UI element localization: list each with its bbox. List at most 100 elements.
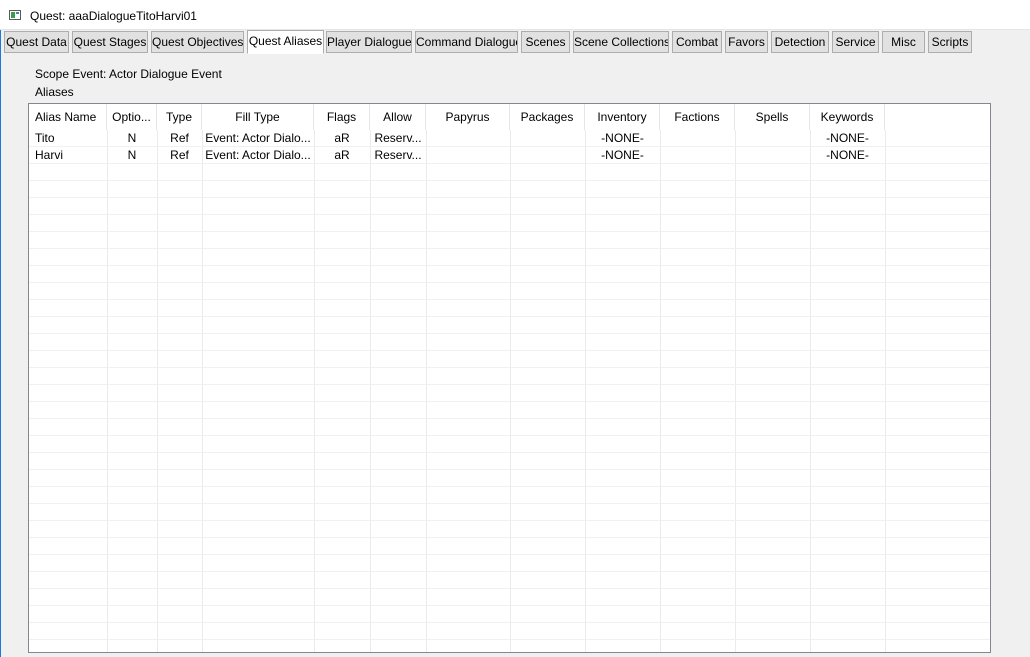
column-type[interactable]: Type [157,104,202,130]
cell-inventory: -NONE- [601,148,644,162]
column-divider [157,130,158,652]
grid-line [29,554,990,555]
grid-line [29,418,990,419]
column-divider [660,130,661,652]
cell-factions [660,147,735,164]
cell-inventory: -NONE- [601,131,644,145]
column-divider [426,130,427,652]
grid-line [29,197,990,198]
grid-line [29,333,990,334]
tab-strip: Quest Data Quest Stages Quest Objectives… [0,30,1030,55]
cell-keywords: -NONE- [826,131,869,145]
grid-line [29,639,990,640]
tab-combat[interactable]: Combat [672,31,722,53]
grid-line [29,367,990,368]
cell-flags: aR [334,148,350,162]
tab-misc[interactable]: Misc [882,31,925,53]
column-packages[interactable]: Packages [510,104,585,130]
grid-line [29,231,990,232]
title-bar: Quest: aaaDialogueTitoHarvi01 [0,0,1030,30]
scope-event-label: Scope Event: Actor Dialogue Event [35,67,222,81]
grid-line [29,401,990,402]
grid-line [29,350,990,351]
column-papyrus[interactable]: Papyrus [426,104,510,130]
grid-line [29,503,990,504]
tab-service[interactable]: Service [832,31,879,53]
cell-alias-name: Harvi [35,148,64,162]
table-row[interactable]: Tito N Ref Event: Actor Dialo... aR Rese… [29,130,990,147]
grid-line [29,622,990,623]
cell-alias-name: Tito [35,131,55,145]
cell-type: Ref [170,148,189,162]
grid-line [29,214,990,215]
column-spells[interactable]: Spells [735,104,810,130]
grid-line [29,520,990,521]
tab-quest-stages[interactable]: Quest Stages [72,31,148,53]
tab-quest-data[interactable]: Quest Data [4,31,69,53]
tab-quest-aliases[interactable]: Quest Aliases [247,30,324,54]
grid-line [29,605,990,606]
column-divider [810,130,811,652]
column-optional[interactable]: Optio... [107,104,157,130]
column-divider [735,130,736,652]
column-inventory[interactable]: Inventory [585,104,660,130]
window-app-icon [9,10,21,20]
grid-line [29,588,990,589]
cell-spells [735,130,810,147]
cell-flags: aR [334,131,350,145]
column-allow[interactable]: Allow [370,104,426,130]
column-flags[interactable]: Flags [314,104,370,130]
grid-line [29,571,990,572]
cell-allow: Reserv... [374,148,422,162]
grid-line [29,452,990,453]
column-factions[interactable]: Factions [660,104,735,130]
window-border [0,30,1,657]
column-divider [585,130,586,652]
tab-command-dialogue[interactable]: Command Dialogue [415,31,518,53]
grid-line [29,316,990,317]
cell-factions [660,130,735,147]
grid-line [29,180,990,181]
grid-line [29,469,990,470]
tab-quest-objectives[interactable]: Quest Objectives [151,31,244,53]
tab-scene-collections[interactable]: Scene Collections [573,31,669,53]
grid-line [29,282,990,283]
tab-detection[interactable]: Detection [771,31,829,53]
column-divider [314,130,315,652]
grid-line [29,384,990,385]
column-fill-type[interactable]: Fill Type [202,104,314,130]
grid-line [29,486,990,487]
column-divider [202,130,203,652]
cell-optional: N [127,148,137,162]
tab-scripts[interactable]: Scripts [928,31,972,53]
column-alias-name[interactable]: Alias Name [29,104,107,130]
cell-papyrus [426,147,510,164]
table-header: Alias Name Optio... Type Fill Type Flags… [29,104,990,130]
grid-line [29,248,990,249]
cell-type: Ref [170,131,189,145]
cell-packages [510,130,585,147]
window-title: Quest: aaaDialogueTitoHarvi01 [30,9,197,23]
column-keywords[interactable]: Keywords [810,104,885,130]
cell-papyrus [426,130,510,147]
table-row[interactable]: Harvi N Ref Event: Actor Dialo... aR Res… [29,147,990,164]
column-divider [107,130,108,652]
column-divider [885,130,886,652]
cell-fill-type: Event: Actor Dialo... [205,131,311,145]
aliases-label: Aliases [35,85,74,99]
tab-player-dialogue[interactable]: Player Dialogue [326,31,412,53]
aliases-list[interactable]: Alias Name Optio... Type Fill Type Flags… [28,103,991,653]
tab-scenes[interactable]: Scenes [521,31,570,53]
column-divider [510,130,511,652]
tab-favors[interactable]: Favors [725,31,768,53]
cell-optional: N [127,131,137,145]
column-divider [370,130,371,652]
grid-line [29,537,990,538]
grid-line [29,435,990,436]
cell-allow: Reserv... [374,131,422,145]
cell-fill-type: Event: Actor Dialo... [205,148,311,162]
cell-keywords: -NONE- [826,148,869,162]
grid-line [29,299,990,300]
cell-spells [735,147,810,164]
cell-packages [510,147,585,164]
